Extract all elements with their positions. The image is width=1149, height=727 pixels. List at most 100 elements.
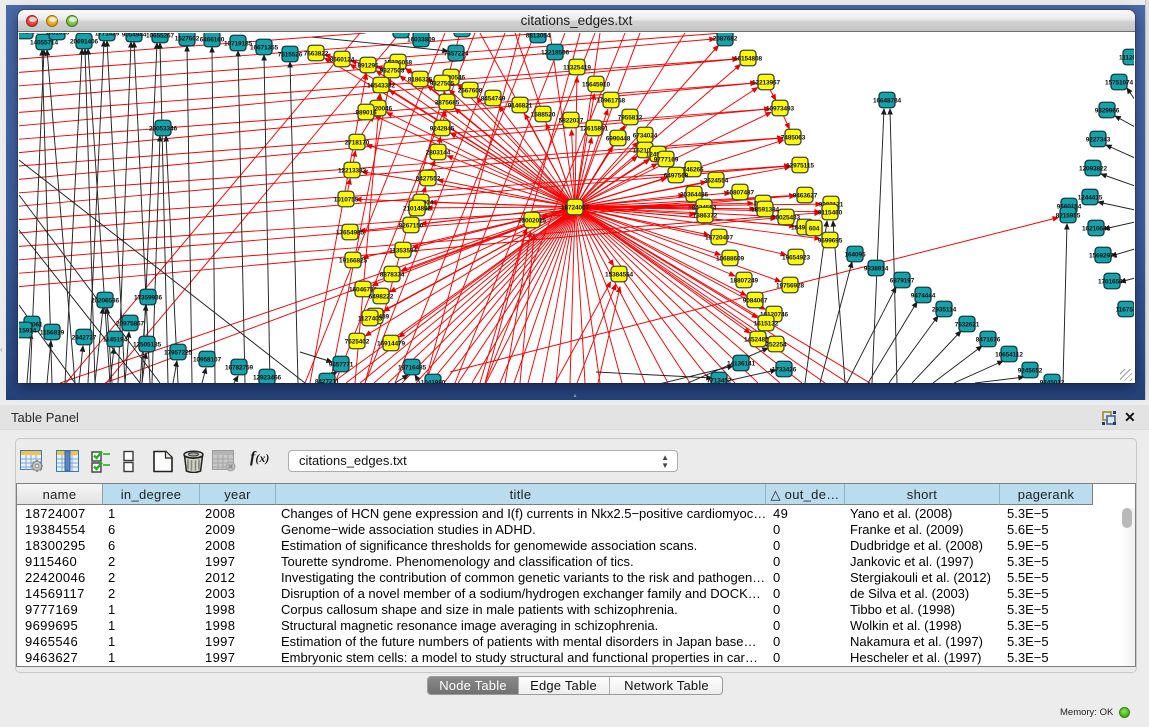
svg-text:3875685: 3875685 bbox=[435, 99, 460, 106]
svg-text:9115460: 9115460 bbox=[818, 209, 843, 216]
svg-text:10655267: 10655267 bbox=[146, 33, 175, 39]
svg-text:2942737: 2942737 bbox=[72, 334, 97, 341]
svg-text:19166825: 19166825 bbox=[339, 257, 368, 264]
svg-text:15751074: 15751074 bbox=[1105, 79, 1134, 86]
svg-text:16782759: 16782759 bbox=[225, 364, 254, 371]
svg-text:7485063: 7485063 bbox=[781, 134, 806, 141]
svg-text:11325419: 11325419 bbox=[563, 64, 591, 71]
svg-text:10688609: 10688609 bbox=[716, 255, 745, 262]
svg-text:9777169: 9777169 bbox=[654, 156, 679, 163]
svg-text:1615132: 1615132 bbox=[754, 320, 779, 327]
svg-text:9327503: 9327503 bbox=[380, 67, 405, 74]
svg-text:1041980: 1041980 bbox=[421, 379, 446, 383]
svg-text:16914479: 16914479 bbox=[377, 340, 406, 347]
svg-text:9338914: 9338914 bbox=[864, 265, 889, 272]
svg-text:1733426: 1733426 bbox=[772, 366, 797, 373]
svg-text:6734024: 6734024 bbox=[633, 132, 658, 139]
svg-text:10958107: 10958107 bbox=[193, 356, 222, 363]
svg-text:7625402: 7625402 bbox=[345, 338, 370, 345]
svg-text:2667608: 2667608 bbox=[458, 87, 483, 94]
svg-text:20206536: 20206536 bbox=[91, 297, 120, 304]
svg-text:9327505: 9327505 bbox=[430, 80, 455, 87]
svg-text:9657771: 9657771 bbox=[329, 361, 354, 368]
svg-text:9699695: 9699695 bbox=[818, 237, 843, 244]
svg-text:20364486: 20364486 bbox=[680, 191, 709, 198]
svg-text:17957225: 17957225 bbox=[164, 349, 193, 356]
svg-text:8215955: 8215955 bbox=[1056, 212, 1081, 219]
svg-text:8454749: 8454749 bbox=[481, 95, 506, 102]
svg-text:7515526: 7515526 bbox=[278, 51, 303, 58]
svg-text:2718170: 2718170 bbox=[345, 139, 370, 146]
svg-text:13002015: 13002015 bbox=[518, 217, 547, 224]
svg-text:10807487: 10807487 bbox=[726, 189, 755, 196]
svg-text:9329966: 9329966 bbox=[1095, 107, 1120, 114]
svg-text:9227343: 9227343 bbox=[1086, 136, 1111, 143]
svg-text:9242845: 9242845 bbox=[430, 125, 455, 132]
svg-text:20053346: 20053346 bbox=[149, 125, 178, 132]
svg-text:7632621: 7632621 bbox=[955, 321, 980, 328]
svg-text:15720407: 15720407 bbox=[705, 234, 734, 241]
svg-text:9651693: 9651693 bbox=[45, 33, 70, 36]
svg-text:3915914: 3915914 bbox=[19, 327, 37, 334]
svg-text:9084067: 9084067 bbox=[743, 297, 768, 304]
svg-text:6497568: 6497568 bbox=[664, 172, 689, 179]
svg-text:1145194: 1145194 bbox=[103, 336, 128, 343]
svg-text:604: 604 bbox=[809, 225, 820, 232]
svg-text:10719185: 10719185 bbox=[224, 40, 253, 47]
svg-text:17359936: 17359936 bbox=[134, 294, 163, 301]
svg-text:6466160: 6466160 bbox=[200, 36, 225, 43]
svg-text:16671355: 16671355 bbox=[250, 44, 279, 51]
svg-text:8427552: 8427552 bbox=[416, 175, 441, 182]
svg-text:10654112: 10654112 bbox=[995, 351, 1023, 358]
svg-text:8878334: 8878334 bbox=[380, 271, 405, 278]
svg-text:15692971: 15692971 bbox=[1089, 252, 1118, 259]
svg-text:19716485: 19716485 bbox=[398, 364, 427, 371]
svg-text:7713452: 7713452 bbox=[707, 377, 732, 383]
svg-text:12213383: 12213383 bbox=[338, 167, 367, 174]
svg-text:18807249: 18807249 bbox=[730, 277, 759, 284]
svg-text:7663822: 7663822 bbox=[304, 50, 329, 57]
svg-text:7955812: 7955812 bbox=[618, 114, 643, 121]
svg-text:14055714: 14055714 bbox=[30, 39, 59, 46]
svg-text:5822037: 5822037 bbox=[559, 117, 584, 124]
svg-text:1112053: 1112053 bbox=[1119, 54, 1134, 61]
svg-text:8471676: 8471676 bbox=[976, 336, 1001, 343]
svg-text:12505135: 12505135 bbox=[133, 341, 162, 348]
svg-text:6498222: 6498222 bbox=[369, 293, 394, 300]
svg-text:20691406: 20691406 bbox=[70, 38, 99, 45]
svg-text:21014892: 21014892 bbox=[403, 205, 432, 212]
svg-text:10025433: 10025433 bbox=[772, 214, 801, 221]
svg-text:17016504: 17016504 bbox=[1098, 278, 1127, 285]
svg-text:8267150: 8267150 bbox=[399, 222, 424, 229]
svg-text:18724007: 18724007 bbox=[561, 204, 590, 211]
svg-text:19756928: 19756928 bbox=[776, 282, 805, 289]
svg-text:16210643: 16210643 bbox=[1082, 225, 1111, 232]
svg-text:1127403: 1127403 bbox=[358, 315, 383, 322]
svg-text:12213967: 12213967 bbox=[752, 79, 781, 86]
svg-text:19654923: 19654923 bbox=[782, 254, 811, 261]
svg-text:9054944: 9054944 bbox=[122, 33, 147, 38]
svg-text:2803144: 2803144 bbox=[426, 149, 451, 156]
svg-text:17654985: 17654985 bbox=[336, 229, 365, 236]
svg-text:16543382: 16543382 bbox=[367, 82, 396, 89]
svg-text:891295: 891295 bbox=[357, 62, 379, 69]
svg-text:12975115: 12975115 bbox=[786, 162, 814, 169]
svg-text:3624554: 3624554 bbox=[704, 177, 729, 184]
svg-text:6879197: 6879197 bbox=[890, 277, 915, 284]
svg-text:989016: 989016 bbox=[355, 109, 377, 116]
svg-text:9474444: 9474444 bbox=[911, 292, 936, 299]
svg-text:10973493: 10973493 bbox=[766, 105, 795, 112]
svg-text:2087682: 2087682 bbox=[713, 35, 738, 42]
svg-text:15384554: 15384554 bbox=[605, 271, 634, 278]
svg-text:9245012: 9245012 bbox=[1040, 379, 1065, 383]
svg-text:9146821: 9146821 bbox=[508, 102, 533, 109]
svg-text:9245652: 9245652 bbox=[1018, 367, 1043, 374]
svg-text:164095: 164095 bbox=[844, 251, 866, 258]
svg-text:1904721: 1904721 bbox=[389, 33, 414, 34]
svg-text:12218506: 12218506 bbox=[541, 49, 570, 56]
svg-text:16033809: 16033809 bbox=[407, 36, 436, 43]
svg-text:9463627: 9463627 bbox=[793, 192, 818, 199]
svg-text:16648784: 16648784 bbox=[873, 97, 902, 104]
svg-text:18591384: 18591384 bbox=[751, 206, 780, 213]
svg-text:6990448: 6990448 bbox=[606, 135, 631, 142]
